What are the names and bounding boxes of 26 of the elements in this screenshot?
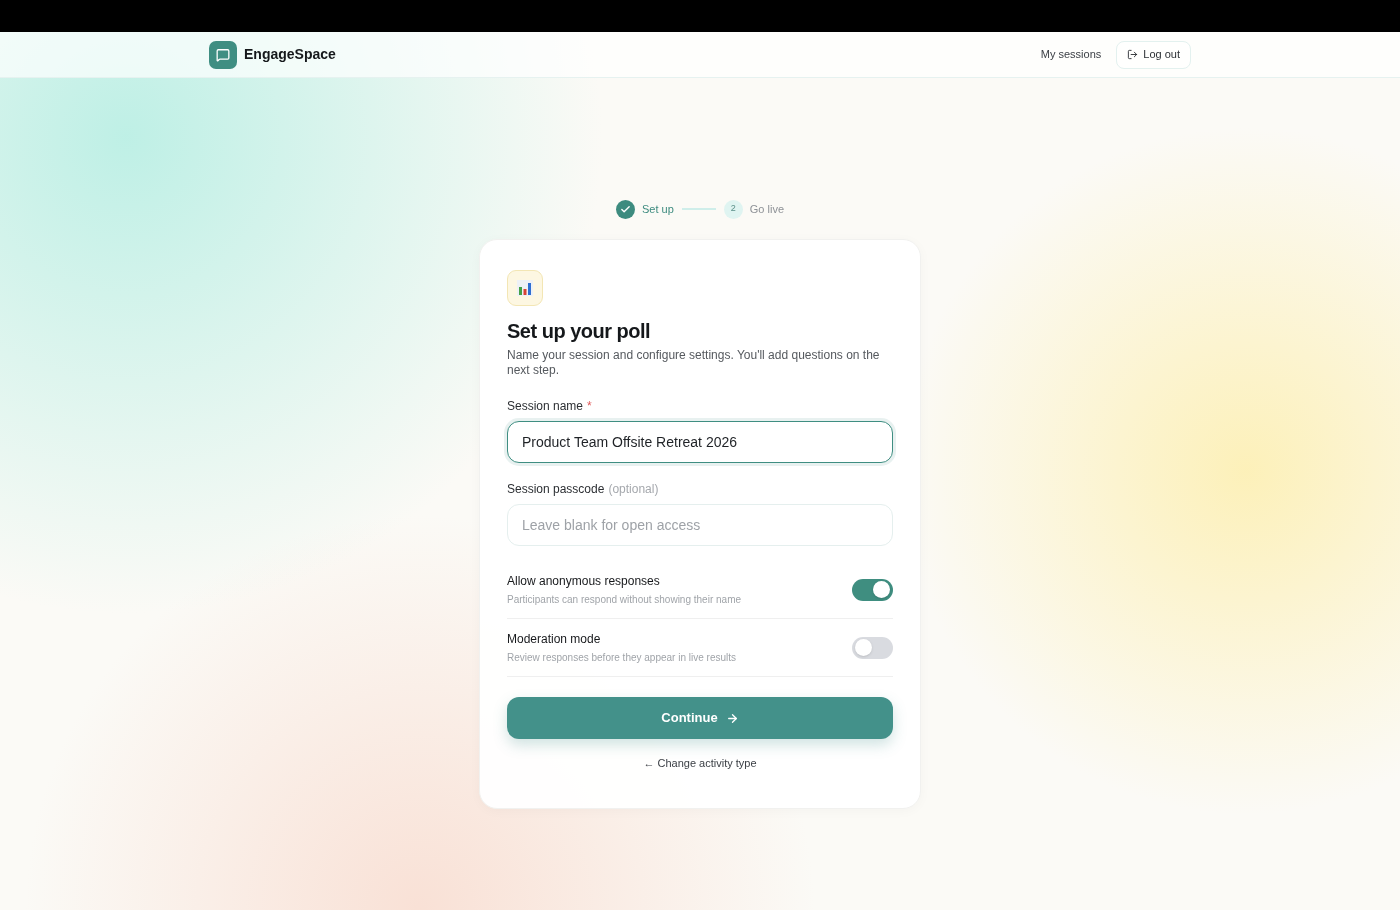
step-label: Go live xyxy=(749,201,785,217)
log-out-button[interactable]: Log out xyxy=(1116,40,1191,69)
required-mark: * xyxy=(587,398,592,415)
card-description: Name your session and configure settings. You'll add questions on the next step. xyxy=(507,348,881,378)
setting-description: Participants can respond without showing their name xyxy=(507,593,742,607)
bar-chart-icon xyxy=(507,270,543,306)
change-activity-type-link[interactable]: ← Change activity type xyxy=(643,755,757,772)
optional-hint: (optional) xyxy=(608,481,659,498)
brand-name: EngageSpace xyxy=(244,45,336,64)
field-label: Session passcode xyxy=(507,481,605,498)
toggle-switch[interactable] xyxy=(852,578,893,601)
step-number: 2 xyxy=(723,199,743,219)
text-input[interactable]: Leave blank for open access xyxy=(507,504,893,546)
text-input[interactable]: Product Team Offsite Retreat 2026 xyxy=(507,421,893,463)
toggle-switch[interactable] xyxy=(852,636,893,659)
my-sessions-link[interactable]: My sessions xyxy=(1040,46,1102,63)
continue-button[interactable]: Continue xyxy=(507,697,893,739)
setting-description: Review responses before they appear in live results xyxy=(507,651,736,665)
step-label: Set up xyxy=(641,201,674,217)
arrow-right-icon xyxy=(725,711,739,725)
card-title: Set up your poll xyxy=(507,319,652,344)
field-label: Session name xyxy=(507,398,584,415)
chat-bubble-icon xyxy=(209,40,237,69)
setting-title: Allow anonymous responses xyxy=(507,573,661,590)
log-out-icon xyxy=(1127,49,1139,60)
setting-title: Moderation mode xyxy=(507,631,602,648)
